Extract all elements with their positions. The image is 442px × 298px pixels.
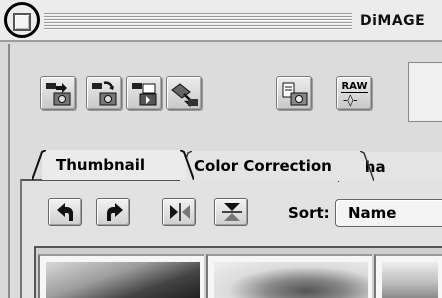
connect-camera-button[interactable]	[166, 76, 202, 110]
flip-vertical-icon	[222, 203, 242, 221]
camera-file-icon	[282, 82, 308, 106]
title-bar[interactable]: DiMAGE	[0, 0, 442, 42]
tab-edge	[180, 150, 194, 180]
thumbnail-item[interactable]	[38, 254, 204, 298]
import-scan-button[interactable]	[40, 76, 76, 110]
close-box-highlight-ring	[4, 2, 40, 38]
rotate-left-button[interactable]	[48, 198, 82, 226]
tab-thumbnail[interactable]: Thumbnail	[32, 150, 194, 180]
title-bar-stripes	[44, 13, 352, 30]
thumbnail-image	[46, 262, 200, 298]
import-camera-icon	[92, 81, 117, 106]
flip-vertical-button[interactable]	[214, 198, 248, 226]
preview-area	[408, 62, 442, 122]
rotate-right-icon	[107, 203, 123, 221]
sort-label: Sort:	[288, 204, 330, 222]
tab-label: Color Correction	[194, 157, 332, 175]
sort-select[interactable]: Name	[335, 199, 442, 227]
tab-color-correction[interactable]: Color Correction	[178, 151, 374, 181]
flip-horizontal-icon	[170, 203, 190, 221]
flip-horizontal-button[interactable]	[162, 198, 196, 226]
import-scan-icon	[46, 83, 71, 106]
thumbnail-item[interactable]	[374, 254, 442, 298]
rotate-right-button[interactable]	[96, 198, 130, 226]
rotate-left-icon	[57, 203, 73, 221]
window-title: DiMAGE	[360, 13, 426, 29]
thumbnail-item[interactable]	[206, 254, 372, 298]
connect-camera-icon	[171, 83, 198, 107]
tab-edge	[360, 151, 374, 181]
import-folder-button[interactable]	[126, 76, 162, 110]
tab-label: Thumbnail	[56, 156, 146, 174]
raw-convert-button[interactable]: RAW -◊-	[336, 76, 372, 110]
thumbnail-image	[214, 262, 368, 298]
import-folder-icon	[132, 83, 157, 106]
raw-sub-label: -◊-	[343, 93, 358, 107]
thumbnail-image	[382, 262, 438, 298]
import-camera-button[interactable]	[86, 76, 122, 110]
raw-label: RAW	[341, 81, 368, 93]
tab-edge	[32, 150, 46, 180]
camera-file-button[interactable]	[276, 76, 312, 110]
